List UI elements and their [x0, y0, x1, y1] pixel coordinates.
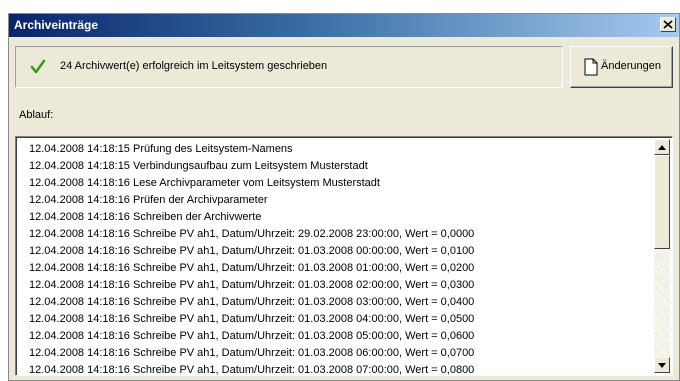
- log-line[interactable]: 12.04.2008 14:18:16 Schreiben der Archiv…: [29, 209, 652, 226]
- log-line[interactable]: 12.04.2008 14:18:16 Schreibe PV ah1, Dat…: [29, 277, 652, 294]
- log-line[interactable]: 12.04.2008 14:18:16 Lese Archivparameter…: [29, 175, 652, 192]
- log-line[interactable]: 12.04.2008 14:18:15 Verbindungsaufbau zu…: [29, 158, 652, 175]
- scroll-down-button[interactable]: [654, 357, 670, 373]
- log-label: Ablauf:: [19, 109, 54, 121]
- window-title: Archiveinträge: [14, 18, 99, 32]
- log-line[interactable]: 12.04.2008 14:18:16 Schreibe PV ah1, Dat…: [29, 311, 652, 328]
- log-line[interactable]: 12.04.2008 14:18:16 Schreibe PV ah1, Dat…: [29, 226, 652, 243]
- arrow-up-icon: [658, 144, 666, 150]
- archive-entries-dialog: Archiveinträge 24 Archivwert(e) erfolgre…: [8, 13, 680, 381]
- status-panel: 24 Archivwert(e) erfolgreich im Leitsyst…: [15, 46, 563, 88]
- log-line[interactable]: 12.04.2008 14:18:16 Schreibe PV ah1, Dat…: [29, 362, 652, 375]
- log-line[interactable]: 12.04.2008 14:18:16 Schreibe PV ah1, Dat…: [29, 294, 652, 311]
- changes-button[interactable]: Änderungen: [570, 46, 673, 88]
- changes-button-label: Änderungen: [601, 60, 661, 72]
- log-lines: 12.04.2008 14:18:15 Prüfung des Leitsyst…: [29, 141, 652, 375]
- vertical-scrollbar[interactable]: [654, 139, 670, 373]
- document-icon: [584, 58, 598, 76]
- close-icon: [663, 20, 673, 29]
- status-message: 24 Archivwert(e) erfolgreich im Leitsyst…: [60, 60, 328, 72]
- log-line[interactable]: 12.04.2008 14:18:16 Schreibe PV ah1, Dat…: [29, 260, 652, 277]
- arrow-down-icon: [658, 362, 666, 368]
- log-line[interactable]: 12.04.2008 14:18:16 Prüfen der Archivpar…: [29, 192, 652, 209]
- log-line[interactable]: 12.04.2008 14:18:16 Schreibe PV ah1, Dat…: [29, 345, 652, 362]
- scroll-up-button[interactable]: [654, 139, 670, 155]
- check-icon: [30, 59, 46, 74]
- log-line[interactable]: 12.04.2008 14:18:16 Schreibe PV ah1, Dat…: [29, 243, 652, 260]
- log-line[interactable]: 12.04.2008 14:18:16 Schreibe PV ah1, Dat…: [29, 328, 652, 345]
- close-button[interactable]: [660, 17, 676, 32]
- scroll-thumb[interactable]: [654, 155, 670, 249]
- title-bar[interactable]: Archiveinträge: [9, 14, 679, 37]
- log-listbox[interactable]: 12.04.2008 14:18:15 Prüfung des Leitsyst…: [15, 136, 673, 376]
- log-line[interactable]: 12.04.2008 14:18:15 Prüfung des Leitsyst…: [29, 141, 652, 158]
